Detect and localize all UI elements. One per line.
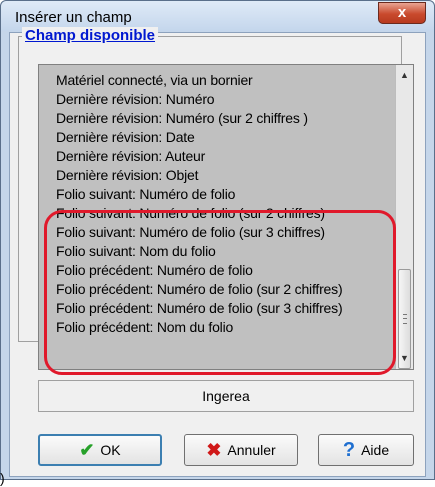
field-description-text: Ingerea xyxy=(202,388,250,404)
stray-text: ) xyxy=(0,470,5,486)
list-scrollbar[interactable]: ▲ ▼ xyxy=(395,65,413,369)
red-highlight-annotation xyxy=(44,210,396,375)
list-item[interactable]: Dernière révision: Numéro (sur 2 chiffre… xyxy=(39,109,389,128)
question-mark-icon: ? xyxy=(342,439,356,461)
close-button[interactable]: x xyxy=(378,2,426,24)
cancel-button[interactable]: ✖ Annuler xyxy=(184,434,298,466)
field-description-box: Ingerea xyxy=(38,380,414,412)
dialog-title: Insérer un champ xyxy=(15,9,132,26)
help-button[interactable]: ? Aide xyxy=(318,434,414,466)
close-icon: x xyxy=(397,4,407,21)
list-item[interactable]: Matériel connecté, via un bornier xyxy=(39,71,389,90)
cross-icon: ✖ xyxy=(206,440,222,460)
help-button-label: Aide xyxy=(361,442,390,458)
list-item[interactable]: Dernière révision: Auteur xyxy=(39,147,389,166)
list-item[interactable]: Dernière révision: Date xyxy=(39,128,389,147)
list-item[interactable]: Folio suivant: Numéro de folio xyxy=(39,185,389,204)
list-item[interactable]: Dernière révision: Numéro xyxy=(39,90,389,109)
available-fields-label: Champ disponible xyxy=(22,27,159,44)
cancel-button-label: Annuler xyxy=(227,442,276,458)
ok-button[interactable]: ✔ OK xyxy=(38,434,162,466)
ok-button-label: OK xyxy=(100,442,121,458)
grip-icon xyxy=(403,314,407,324)
list-item[interactable]: Dernière révision: Objet xyxy=(39,166,389,185)
checkmark-icon: ✔ xyxy=(79,440,95,460)
scroll-up-icon[interactable]: ▲ xyxy=(396,67,413,84)
scroll-down-icon[interactable]: ▼ xyxy=(396,350,413,367)
